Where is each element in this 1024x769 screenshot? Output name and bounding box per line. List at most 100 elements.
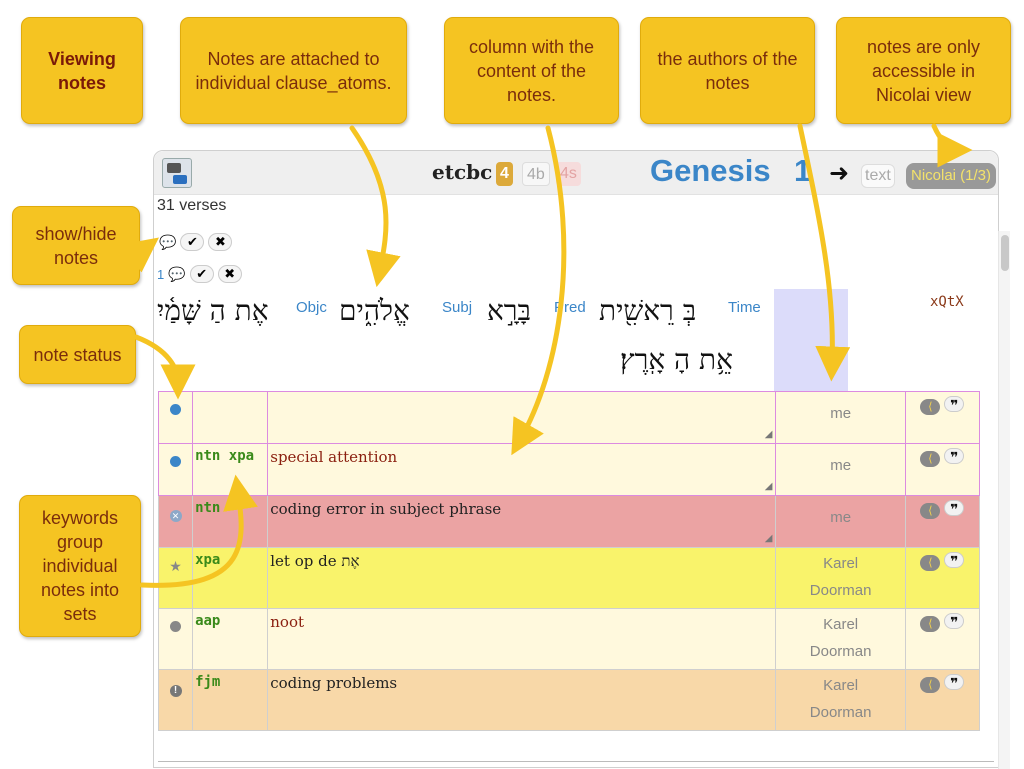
app-logo[interactable] (162, 158, 192, 188)
quote-icon[interactable]: ❞ (944, 674, 965, 691)
clause-line-2: אֵ֥ת הָ אָֽרֶץ׃ (620, 343, 733, 376)
callout-attached: Notes are attached to individual clause_… (180, 17, 407, 124)
table-row: ◢ me ⟨ ❞ (157, 391, 981, 444)
note-author: me (775, 391, 906, 444)
share-icon[interactable]: ⟨ (920, 555, 941, 571)
status-warning-icon[interactable]: ! (169, 685, 182, 697)
note-author: Karel Doorman (775, 669, 906, 731)
callout-keywords: keywords group individual notes into set… (19, 495, 141, 637)
verse-notes-bubble-icon[interactable]: 💬 (168, 266, 185, 283)
show-notes-button[interactable]: ✔ (180, 233, 205, 251)
quote-icon[interactable]: ❞ (944, 396, 965, 413)
note-actions: ⟨ ❞ (904, 391, 981, 444)
note-author: me (775, 495, 906, 548)
notes-toggle-global: 💬 ✔ ✖ (159, 233, 233, 251)
show-verse-notes-button[interactable]: ✔ (189, 265, 214, 283)
note-actions: ⟨ ❞ (904, 547, 981, 609)
quote-icon[interactable]: ❞ (944, 552, 965, 569)
note-status-cell[interactable]: ★ (157, 547, 194, 609)
label-pred: Pred (554, 299, 586, 316)
note-keywords[interactable]: ntn xpa (192, 443, 269, 496)
brand-label: etcbc (432, 160, 493, 184)
resize-handle-icon[interactable]: ◢ (765, 429, 773, 440)
clause-word-bereshit: בְּ רֵאשִׁ֖ית (599, 294, 697, 327)
version-4-button[interactable]: 4 (496, 162, 513, 186)
table-row: ★ xpa let op de אֶת Karel Doorman ⟨ ❞ (157, 547, 981, 609)
notes-toggle-verse: 1 💬 ✔ ✖ (157, 265, 242, 283)
note-status-cell[interactable] (157, 443, 194, 496)
note-keywords[interactable]: ntn (192, 495, 269, 548)
note-text-value: coding problems (270, 674, 398, 692)
note-text-value: noot (270, 613, 304, 631)
note-author: Karel Doorman (775, 608, 906, 670)
note-text: let op de אֶת (267, 547, 777, 609)
hide-verse-notes-button[interactable]: ✖ (217, 265, 242, 283)
share-icon[interactable]: ⟨ (920, 399, 941, 415)
note-actions: ⟨ ❞ (904, 669, 981, 731)
share-icon[interactable]: ⟨ (920, 677, 941, 693)
note-text-value: let op de אֶת (270, 552, 360, 570)
callout-content-column: column with the content of the notes. (444, 17, 619, 124)
note-keywords: fjm (192, 669, 269, 731)
notes-table: ◢ me ⟨ ❞ ntn xpa special attention ◢ me ⟨ ❞ ✕ ntn co… (157, 391, 981, 731)
clause-word-shamayim: אֶת הַ שָּׁמַ֫יִ (157, 294, 269, 327)
label-time: Time (728, 299, 761, 316)
status-dot-icon[interactable] (170, 621, 182, 632)
note-keywords: xpa (192, 547, 269, 609)
table-row: ✕ ntn coding error in subject phrase ◢ me ⟨ ❞ (157, 495, 981, 548)
callout-show-hide: show/hide notes (12, 206, 140, 285)
scrollbar-thumb[interactable] (1001, 235, 1009, 271)
callout-authors: the authors of the notes (640, 17, 815, 124)
status-error-icon[interactable]: ✕ (169, 510, 182, 522)
note-status-cell[interactable] (157, 391, 194, 444)
verse-count: 31 verses (157, 197, 227, 214)
label-subj: Subj (442, 299, 473, 316)
note-actions: ⟨ ❞ (904, 495, 981, 548)
quote-icon[interactable]: ❞ (944, 613, 965, 630)
hide-notes-button[interactable]: ✖ (208, 233, 233, 251)
table-row: ntn xpa special attention ◢ me ⟨ ❞ (157, 443, 981, 496)
note-actions: ⟨ ❞ (904, 443, 981, 496)
note-text-value: special attention (270, 448, 398, 466)
note-text-input[interactable]: special attention ◢ (267, 443, 777, 496)
note-text-value: coding error in subject phrase (270, 500, 502, 518)
share-icon[interactable]: ⟨ (920, 503, 941, 519)
note-keywords: aap (192, 608, 269, 670)
scrollbar[interactable] (998, 231, 1010, 769)
callout-viewing-notes: Viewing notes (21, 17, 143, 124)
verse-number[interactable]: 1 (157, 267, 164, 282)
status-star-icon[interactable]: ★ (169, 558, 182, 574)
status-dot-icon[interactable] (170, 404, 182, 415)
callout-note-status: note status (19, 325, 136, 384)
version-4b-button[interactable]: 4b (522, 162, 550, 186)
resize-handle-icon[interactable]: ◢ (765, 533, 773, 544)
note-status-cell[interactable]: ✕ (157, 495, 194, 548)
clause-highlight (774, 289, 848, 393)
app-panel: etcbc 4 4b 4s Genesis 1 ➜ text Nicolai (… (153, 150, 1010, 769)
note-author: me (775, 443, 906, 496)
version-4s-button[interactable]: 4s (556, 162, 581, 186)
note-text: coding problems (267, 669, 777, 731)
clause-word-bara: בָּרָ֣א (487, 294, 532, 327)
note-text-input[interactable]: ◢ (267, 391, 777, 444)
note-keywords[interactable] (192, 391, 269, 444)
label-objc: Objc (296, 299, 327, 316)
share-icon[interactable]: ⟨ (920, 451, 941, 467)
next-chapter-icon[interactable]: ➜ (829, 159, 849, 188)
note-text-input[interactable]: coding error in subject phrase ◢ (267, 495, 777, 548)
resize-handle-icon[interactable]: ◢ (765, 481, 773, 492)
chapter-number[interactable]: 1 (794, 153, 811, 189)
quote-icon[interactable]: ❞ (944, 448, 965, 465)
clause-code: xQtX (930, 294, 964, 310)
note-status-cell[interactable] (157, 608, 194, 670)
status-dot-icon[interactable] (170, 456, 182, 467)
quote-icon[interactable]: ❞ (944, 500, 965, 517)
notes-bubble-icon[interactable]: 💬 (159, 234, 176, 251)
share-icon[interactable]: ⟨ (920, 616, 941, 632)
nicolai-view-button[interactable]: Nicolai (1/3) (906, 163, 997, 189)
book-title[interactable]: Genesis (650, 153, 771, 189)
toolbar: etcbc 4 4b 4s Genesis 1 ➜ text Nicolai (… (154, 151, 998, 195)
text-view-button[interactable]: text (861, 164, 895, 188)
clause-word-elohim: אֱלֹהִ֑ים (339, 294, 410, 327)
note-status-cell[interactable]: ! (157, 669, 194, 731)
